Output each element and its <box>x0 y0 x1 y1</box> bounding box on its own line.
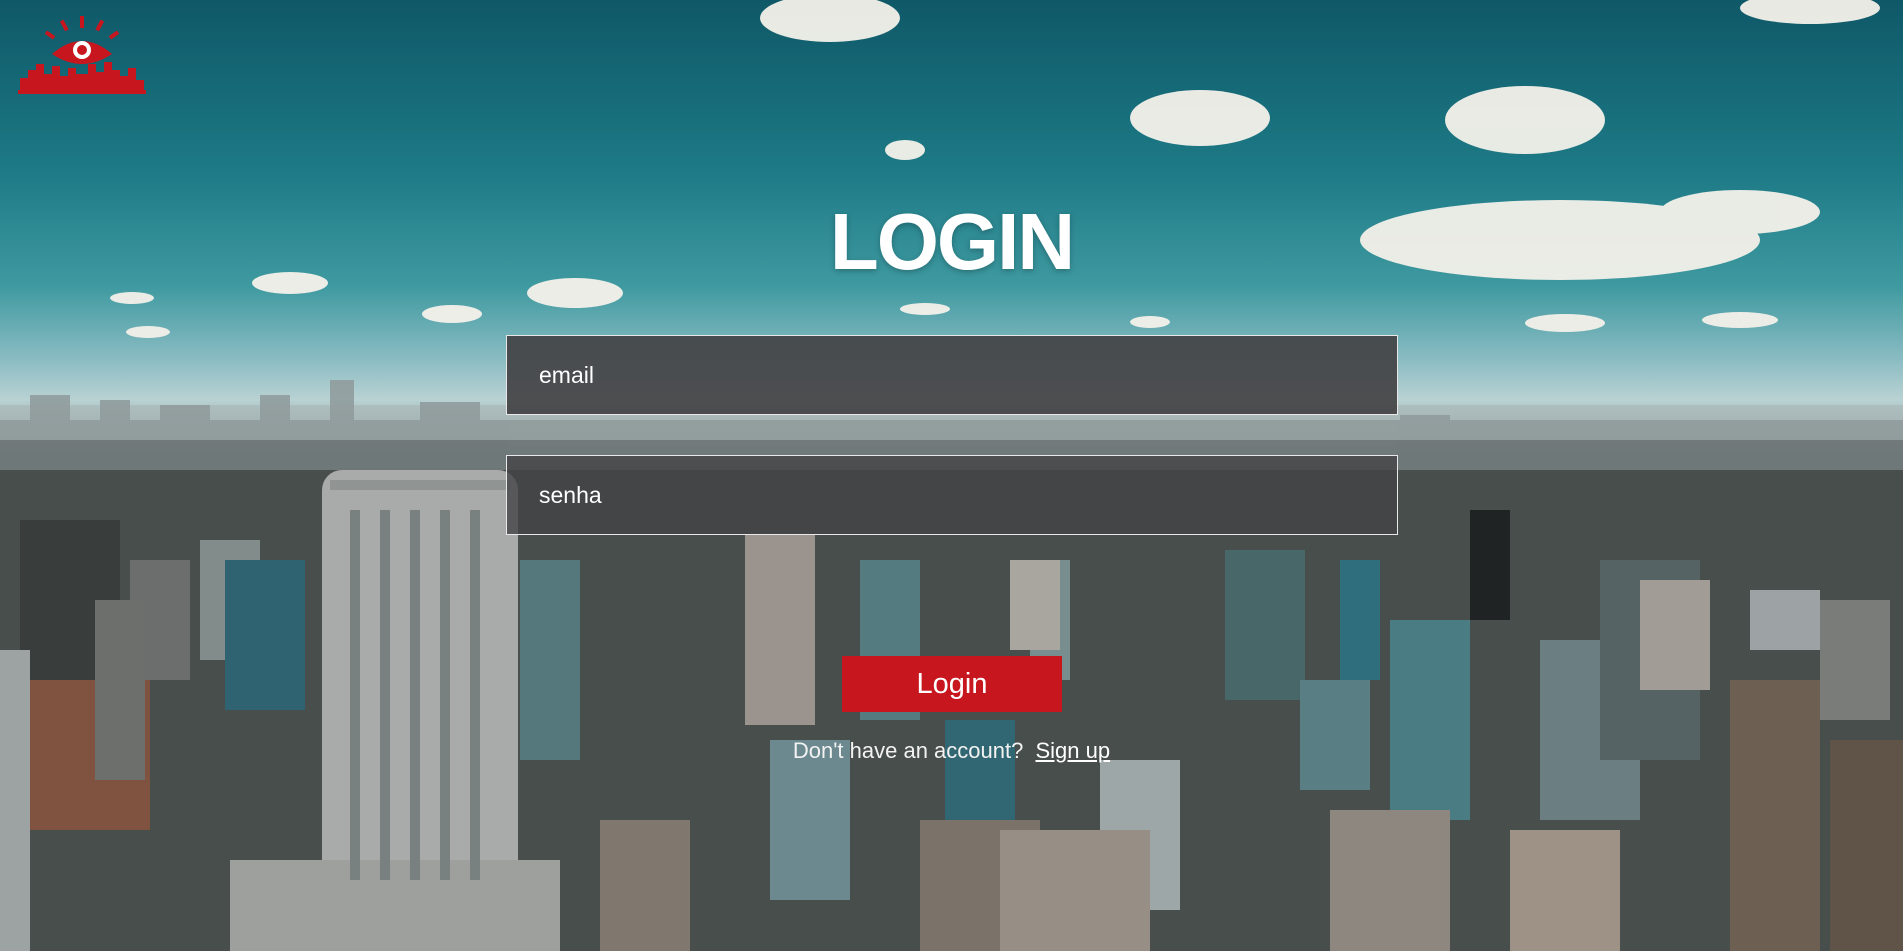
page-title: LOGIN <box>829 197 1075 286</box>
password-input[interactable] <box>506 455 1398 535</box>
city-eye-logo-icon[interactable] <box>18 14 146 98</box>
login-page: LOGIN Login Don't have an account? Sign … <box>0 0 1903 951</box>
login-button[interactable]: Login <box>842 656 1062 712</box>
signup-row: Don't have an account? Sign up <box>0 738 1903 764</box>
email-input[interactable] <box>506 335 1398 415</box>
signup-link[interactable]: Sign up <box>1035 738 1110 763</box>
signup-prompt: Don't have an account? <box>792 738 1024 763</box>
